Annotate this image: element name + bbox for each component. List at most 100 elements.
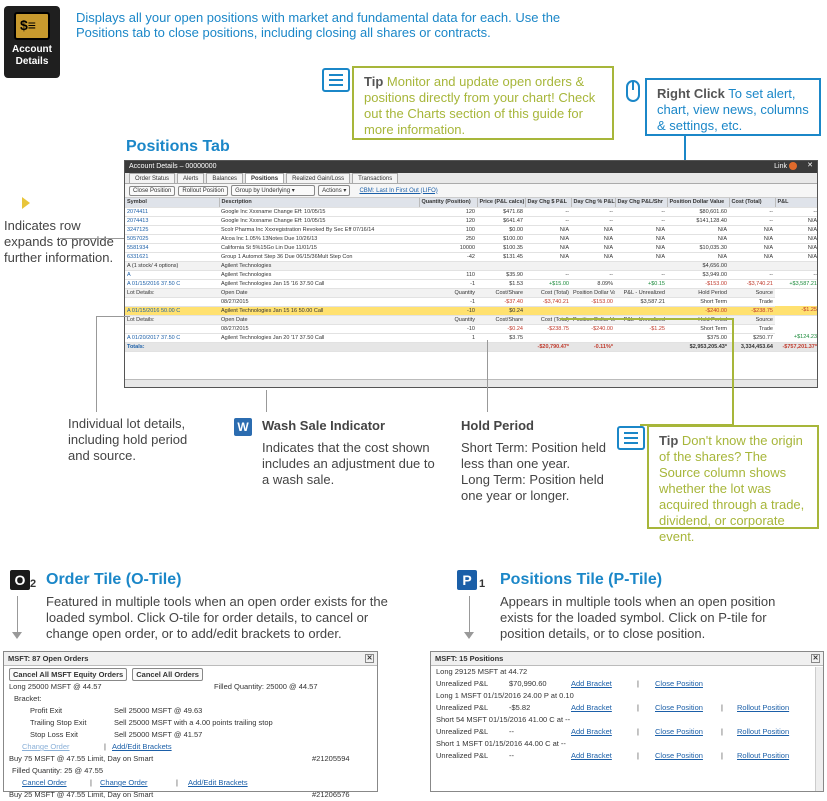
tab-alerts[interactable]: Alerts <box>177 173 205 183</box>
table-row[interactable]: A Agilent Technologies 110 $35.90 -- -- -- $3,9… <box>125 270 817 280</box>
table-row-cell: $141,128.40 <box>667 216 729 226</box>
intro-text: Displays all your open positions with ma… <box>76 10 561 40</box>
tab-positions[interactable]: Positions <box>245 173 285 183</box>
actions-button[interactable]: Actions ▾ <box>318 185 351 196</box>
tab-order-status[interactable]: Order Status <box>129 173 176 183</box>
table-row[interactable]: A 01/20/2017 37.50 C Agilent Technologies… <box>125 333 817 343</box>
add-bracket-link[interactable]: Add Bracket <box>571 679 612 688</box>
trailing-stop-row[interactable]: Trailing Stop Exit Sell 25000 MSFT with a… <box>4 717 377 729</box>
link-label[interactable]: Link <box>774 163 787 170</box>
col-day-chg-shr[interactable]: Day Chg P&L/Shr <box>615 198 668 208</box>
position-line[interactable]: Long 1 MSFT 01/15/2016 24.00 P at 0.10 <box>431 690 823 702</box>
lot-details-row[interactable]: 08/27/2015 -10 -$0.24 -$238.75 -$240.00 -$1.2… <box>125 324 817 334</box>
order-line-buy1[interactable]: Buy 75 MSFT @ 47.55 Limit, Day on Smart #… <box>4 753 377 765</box>
link-color-icon[interactable] <box>789 162 797 170</box>
cancel-equity-orders-button[interactable]: Cancel All MSFT Equity Orders <box>9 668 128 681</box>
col-cost-total[interactable]: Cost (Total) <box>729 198 776 208</box>
order-line-long[interactable]: Long 25000 MSFT @ 44.57 Filled Quantity:… <box>4 681 377 693</box>
table-row-cell: Agilent Technologies Jan 20 '17 37.50 Ca… <box>219 333 419 343</box>
document-dollar-icon <box>14 12 50 40</box>
close-icon[interactable]: ✕ <box>811 654 820 663</box>
rollout-position-link[interactable]: Rollout Position <box>737 751 789 760</box>
lot-details-header-cell: Open Date <box>219 288 419 298</box>
table-row-cell: +$15.00 <box>525 279 571 289</box>
add-edit-brackets-link-2[interactable]: Add/Edit Brackets <box>188 778 248 787</box>
vertical-scrollbar[interactable] <box>815 667 823 791</box>
table-row-selected-cell: $0.24 <box>477 306 525 316</box>
table-row-cell <box>419 261 477 271</box>
add-edit-brackets-link[interactable]: Add/Edit Brackets <box>112 742 172 751</box>
add-bracket-link[interactable]: Add Bracket <box>571 703 612 712</box>
wash-sale-icon: W <box>234 418 252 436</box>
rollout-position-button[interactable]: Rollout Position <box>178 185 229 196</box>
lot-details-row-cell: $3,587.21 <box>615 297 667 307</box>
table-row[interactable]: 3247125 Scolr Pharma Inc Xxxregistration … <box>125 225 817 235</box>
table-row[interactable]: 5581934 California St 5%15Go Lin Due 11/0… <box>125 243 817 253</box>
group-by-select[interactable]: Group by Underlying ▾ <box>231 185 316 196</box>
close-position-link[interactable]: Close Position <box>655 703 703 712</box>
cancel-all-orders-button[interactable]: Cancel All Orders <box>132 668 203 681</box>
position-line[interactable]: Short 54 MSFT 01/15/2016 41.00 C at -- <box>431 714 823 726</box>
cost-basis-link[interactable]: CBM: Last In First Out (LIFO) <box>359 188 437 194</box>
table-row-cell: N/A <box>571 225 615 235</box>
table-row-cell <box>525 261 571 271</box>
totals-row[interactable]: Totals: -$20,790.47* -0.11%* $2,953,205.43*… <box>125 342 817 352</box>
table-row[interactable]: 5057025 Alcoa Inc 1.05% 13Notes Due 10/26… <box>125 234 817 244</box>
table-row-cell <box>525 333 571 343</box>
table-row-cell: 6331621 <box>125 252 219 262</box>
table-row-cell: $471.68 <box>477 207 525 217</box>
position-line[interactable]: Short 1 MSFT 01/15/2016 44.00 C at -- <box>431 738 823 750</box>
order-line-buy2[interactable]: Buy 25 MSFT @ 47.55 Limit, Day on Smart #… <box>4 789 377 801</box>
account-details-window: Account Details – 00000000 Link ✕ Order … <box>124 160 818 388</box>
table-row[interactable]: A (1 stock/ 4 options) Agilent Technologi… <box>125 261 817 271</box>
position-actions-row: Unrealized P&L -- Add Bracket | Close Positi… <box>436 727 790 736</box>
lot-details-row[interactable]: 08/27/2015 -1 -$37.40 -$3,740.21 -$153.00 $3,… <box>125 297 817 307</box>
col-day-chg-pct[interactable]: Day Chg % P&L <box>571 198 616 208</box>
position-tile-window: MSFT: 15 Positions ✕ Long 29125 MSFT at 4… <box>430 651 824 792</box>
table-row-cell: 5057025 <box>125 234 219 244</box>
rollout-position-link[interactable]: Rollout Position <box>737 727 789 736</box>
close-position-link[interactable]: Close Position <box>655 727 703 736</box>
close-icon[interactable]: ✕ <box>807 161 813 169</box>
table-row[interactable]: 2074411 Google Inc Xxxname Change Eff: 10… <box>125 207 817 217</box>
position-line[interactable]: Long 29125 MSFT at 44.72 <box>431 666 823 678</box>
table-row[interactable]: 6331621 Group 1 Automot Step 36 Due 06/15… <box>125 252 817 262</box>
table-row-cell: -- <box>525 270 571 280</box>
table-row-selected-cell <box>615 306 667 316</box>
close-position-link[interactable]: Close Position <box>655 751 703 760</box>
table-row-cell: N/A <box>729 243 775 253</box>
profit-exit-row[interactable]: Profit Exit Sell 25000 MSFT @ 49.63 <box>4 705 377 717</box>
col-symbol[interactable]: Symbol <box>125 198 220 208</box>
connector-wash-line <box>266 390 267 412</box>
cancel-order-link[interactable]: Cancel Order <box>22 778 67 787</box>
position-tile-arrow <box>464 632 474 639</box>
table-row[interactable]: 2074413 Google Inc Xxxname Change Eff: 10… <box>125 216 817 226</box>
lot-details-header[interactable]: Lot Details: Open Date Quantity Cost/Share C… <box>125 288 817 298</box>
add-bracket-link[interactable]: Add Bracket <box>571 751 612 760</box>
rollout-position-link[interactable]: Rollout Position <box>737 703 789 712</box>
table-row-cell: -- <box>729 216 775 226</box>
col-position-value[interactable]: Position Dollar Value <box>667 198 730 208</box>
horizontal-scrollbar[interactable] <box>125 379 817 387</box>
table-row-cell: $35.90 <box>477 270 525 280</box>
add-bracket-link[interactable]: Add Bracket <box>571 727 612 736</box>
col-day-chg-pl[interactable]: Day Chg $ P&L <box>525 198 572 208</box>
tab-balances[interactable]: Balances <box>206 173 244 183</box>
table-row-cell: +$0.15 <box>615 279 667 289</box>
tab-realized-gain-loss[interactable]: Realized Gain/Loss <box>286 173 351 183</box>
right-click-head: Right Click <box>657 86 725 101</box>
close-position-button[interactable]: Close Position <box>129 185 176 196</box>
table-row-selected[interactable]: A 01/15/2016 50.00 C Agilent Technologies… <box>125 306 817 316</box>
close-icon[interactable]: ✕ <box>365 654 374 663</box>
col-quantity[interactable]: Quantity (Position) <box>419 198 478 208</box>
close-position-link[interactable]: Close Position <box>655 679 703 688</box>
col-pl[interactable]: P&L <box>775 198 817 208</box>
col-price[interactable]: Price (P&L calcs) <box>477 198 526 208</box>
col-description[interactable]: Description <box>219 198 420 208</box>
table-row[interactable]: A 01/15/2016 37.50 C Agilent Technologies… <box>125 279 817 289</box>
tab-transactions[interactable]: Transactions <box>352 173 399 183</box>
change-order-link[interactable]: Change Order <box>100 778 148 787</box>
account-details-icon[interactable]: Account Details <box>4 6 60 78</box>
position-actions-row: Unrealized P&L -$5.82 Add Bracket | Close Po… <box>436 703 790 712</box>
stop-loss-row[interactable]: Stop Loss Exit Sell 25000 MSFT @ 41.57 <box>4 729 377 741</box>
